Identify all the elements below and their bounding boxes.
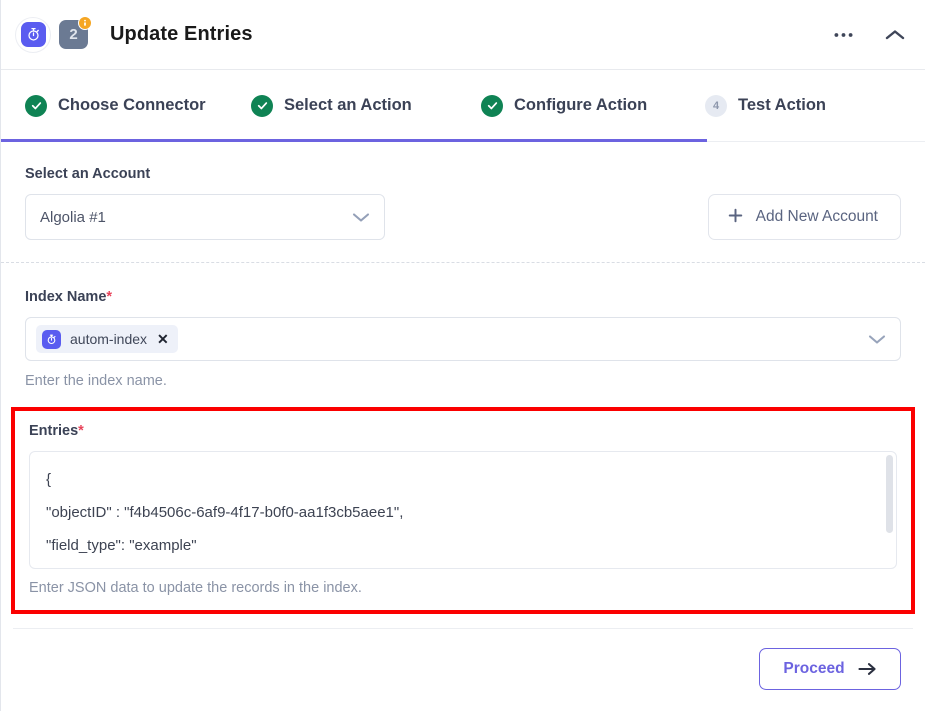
step-select-an-action[interactable]: Select an Action: [251, 94, 481, 117]
page-title: Update Entries: [110, 23, 253, 45]
account-field: Select an Account Algolia #1: [25, 166, 385, 240]
step-label: Configure Action: [514, 96, 648, 114]
index-name-label-text: Index Name: [25, 289, 107, 305]
index-name-helper: Enter the index name.: [25, 373, 167, 389]
required-asterisk: *: [78, 423, 84, 439]
entries-helper: Enter JSON data to update the records in…: [29, 580, 362, 596]
step-configure-action[interactable]: Configure Action: [481, 94, 705, 117]
index-name-input[interactable]: autom-index ✕: [25, 317, 901, 361]
entries-line: "objectID" : "f4b4506c-6af9-4f17-b0f0-aa…: [46, 504, 404, 521]
info-badge-icon: [78, 16, 92, 30]
check-icon: [251, 94, 273, 117]
wizard-steps: Choose Connector Select an Action Config…: [1, 70, 925, 142]
arrow-right-icon: [858, 662, 877, 676]
entries-line: "field_type": "example": [46, 537, 197, 554]
active-step-underline: [1, 139, 707, 142]
index-tag-chip[interactable]: autom-index ✕: [36, 325, 178, 353]
remove-tag-icon[interactable]: ✕: [156, 332, 170, 346]
header-actions: [832, 27, 907, 43]
chevron-down-icon[interactable]: [868, 334, 886, 345]
entries-scrollbar-thumb[interactable]: [886, 455, 893, 533]
proceed-button[interactable]: Proceed: [759, 648, 901, 690]
add-new-account-label: Add New Account: [755, 208, 878, 225]
plus-icon: [727, 207, 744, 228]
header-icon-group: 2: [15, 16, 92, 53]
step-label: Test Action: [738, 96, 827, 114]
check-icon: [25, 94, 47, 117]
stopwatch-icon: [20, 22, 46, 47]
entries-label-text: Entries: [29, 423, 79, 439]
entries-line: {: [46, 471, 52, 488]
index-name-label: Index Name*: [25, 289, 901, 305]
index-name-section: Index Name* autom-index ✕ Enter the inde…: [1, 263, 925, 403]
stopwatch-icon: [42, 329, 61, 349]
index-tag-label: autom-index: [70, 331, 148, 347]
app-icon-ring: [15, 16, 51, 53]
step-test-action[interactable]: 4 Test Action: [705, 94, 827, 117]
card-footer: Proceed: [1, 629, 925, 709]
add-new-account-button[interactable]: Add New Account: [707, 194, 901, 240]
entries-label: Entries*: [29, 423, 897, 439]
proceed-label: Proceed: [783, 660, 845, 677]
account-selected-value: Algolia #1: [40, 208, 106, 226]
account-select[interactable]: Algolia #1: [25, 194, 385, 240]
entries-textarea[interactable]: { "objectID" : "f4b4506c-6af9-4f17-b0f0-…: [29, 451, 897, 569]
chevron-up-icon[interactable]: [883, 27, 907, 43]
step-label: Select an Action: [284, 96, 412, 114]
update-entries-card: 2 Update Entries Choose Connector Select…: [0, 0, 925, 711]
chevron-down-icon: [352, 212, 370, 223]
check-icon: [481, 94, 503, 117]
card-header: 2 Update Entries: [1, 0, 925, 70]
required-asterisk: *: [106, 289, 113, 305]
step-number-marker: 4: [705, 94, 727, 117]
step-choose-connector[interactable]: Choose Connector: [25, 94, 251, 117]
step-number-badge-wrap: 2: [59, 16, 92, 49]
entries-highlight-box: Entries* { "objectID" : "f4b4506c-6af9-4…: [11, 407, 915, 614]
ellipsis-icon[interactable]: [832, 30, 855, 40]
step-label: Choose Connector: [58, 96, 206, 114]
account-label: Select an Account: [25, 166, 151, 182]
account-section: Select an Account Algolia #1 Add New Acc…: [1, 142, 925, 262]
